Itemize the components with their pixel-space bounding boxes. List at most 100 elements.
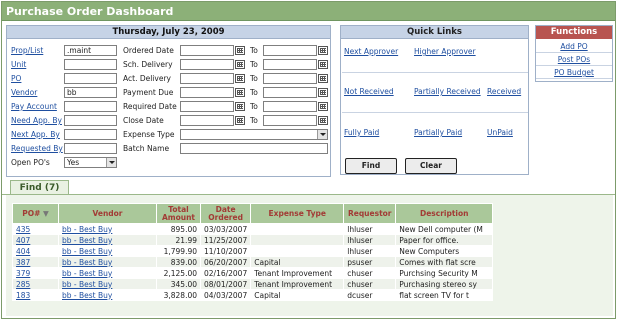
post-pos-link[interactable]: Post POs: [536, 54, 612, 66]
po-cell[interactable]: 387: [12, 256, 59, 268]
fully-paid-link[interactable]: Fully Paid: [344, 128, 379, 137]
calendar-icon[interactable]: [318, 102, 328, 111]
po-link[interactable]: 435: [16, 225, 30, 234]
calendar-icon[interactable]: [318, 60, 328, 69]
vendor-cell[interactable]: bb - Best Buy: [58, 223, 157, 235]
vendor-cell[interactable]: bb - Best Buy: [58, 256, 157, 268]
vendor-cell[interactable]: bb - Best Buy: [58, 245, 157, 257]
po-link[interactable]: 404: [16, 247, 30, 256]
column-header-description[interactable]: Description: [395, 203, 494, 224]
calendar-icon[interactable]: [235, 88, 245, 97]
po-cell[interactable]: 379: [12, 267, 59, 279]
calendar-icon[interactable]: [318, 88, 328, 97]
next-app-by-link[interactable]: Next App. By: [11, 130, 60, 139]
unit-link[interactable]: Unit: [11, 60, 26, 69]
close-date-from[interactable]: [180, 115, 234, 126]
po-link[interactable]: 379: [16, 269, 30, 278]
requestor-cell: psuser: [343, 256, 397, 268]
calendar-icon[interactable]: [318, 46, 328, 55]
vendor-link[interactable]: bb - Best Buy: [62, 236, 112, 245]
calendar-icon[interactable]: [235, 60, 245, 69]
po-cell[interactable]: 435: [12, 223, 59, 235]
batch-name-input[interactable]: [180, 143, 328, 154]
column-header-vendor[interactable]: Vendor: [58, 203, 157, 224]
po-link[interactable]: 407: [16, 236, 30, 245]
vendor-link[interactable]: bb - Best Buy: [62, 280, 112, 289]
calendar-icon[interactable]: [235, 116, 245, 125]
higher-approver-link[interactable]: Higher Approver: [414, 47, 476, 56]
required-date-to[interactable]: [263, 101, 317, 112]
vendor-link[interactable]: Vendor: [11, 88, 37, 97]
required-date-from[interactable]: [180, 101, 234, 112]
vendor-link[interactable]: bb - Best Buy: [62, 247, 112, 256]
date-cell: 03/03/2007: [199, 223, 252, 235]
po-cell[interactable]: 407: [12, 234, 59, 246]
partially-paid-link[interactable]: Partially Paid: [414, 128, 462, 137]
close-date-to[interactable]: [263, 115, 317, 126]
received-link[interactable]: Received: [487, 87, 521, 96]
vendor-cell[interactable]: bb - Best Buy: [58, 267, 157, 279]
next-app-by-input[interactable]: [64, 129, 117, 140]
vendor-cell[interactable]: bb - Best Buy: [58, 278, 157, 290]
calendar-icon[interactable]: [235, 46, 245, 55]
pay-account-input[interactable]: [64, 101, 117, 112]
column-header-requestor[interactable]: Requestor: [343, 203, 397, 224]
need-app-by-link[interactable]: Need App. By: [11, 116, 62, 125]
column-header-total-amount[interactable]: Total Amount: [156, 203, 201, 224]
calendar-icon[interactable]: [318, 116, 328, 125]
vendor-cell[interactable]: bb - Best Buy: [58, 289, 157, 301]
need-app-by-input[interactable]: [64, 115, 117, 126]
tab-find-results[interactable]: Find (7): [10, 180, 69, 195]
po-link[interactable]: PO: [11, 74, 21, 83]
act-delivery-to[interactable]: [263, 73, 317, 84]
vendor-link[interactable]: bb - Best Buy: [62, 225, 112, 234]
pay-account-link[interactable]: Pay Account: [11, 102, 57, 111]
add-po-link[interactable]: Add PO: [536, 41, 612, 53]
sch-delivery-to[interactable]: [263, 59, 317, 70]
requested-by-link[interactable]: Requested By: [11, 144, 63, 153]
column-header-po[interactable]: PO# ▼: [12, 203, 59, 224]
column-header-expense-type[interactable]: Expense Type: [250, 203, 345, 224]
vendor-input[interactable]: bb: [64, 87, 117, 98]
vendor-link[interactable]: bb - Best Buy: [62, 269, 112, 278]
po-link[interactable]: 285: [16, 280, 30, 289]
not-received-link[interactable]: Not Received: [344, 87, 394, 96]
po-cell[interactable]: 183: [12, 289, 59, 301]
vendor-link[interactable]: bb - Best Buy: [62, 291, 112, 300]
clear-button[interactable]: Clear: [405, 158, 457, 174]
vendor-cell[interactable]: bb - Best Buy: [58, 234, 157, 246]
po-link[interactable]: 387: [16, 258, 30, 267]
unit-input[interactable]: [64, 59, 117, 70]
ordered-date-from[interactable]: [180, 45, 234, 56]
act-delivery-from[interactable]: [180, 73, 234, 84]
ordered-date-to[interactable]: [263, 45, 317, 56]
po-input[interactable]: [64, 73, 117, 84]
payment-due-from[interactable]: [180, 87, 234, 98]
column-header-date-ordered[interactable]: Date Ordered: [199, 203, 252, 224]
calendar-icon[interactable]: [318, 74, 328, 83]
expense-type-select[interactable]: [180, 129, 328, 140]
expense-cell: [250, 234, 345, 246]
next-approver-link[interactable]: Next Approver: [344, 47, 398, 56]
calendar-icon[interactable]: [235, 102, 245, 111]
po-cell[interactable]: 404: [12, 245, 59, 257]
prop-list-input[interactable]: .maint: [64, 45, 117, 56]
prop-list-link[interactable]: Prop/List: [11, 46, 43, 55]
amount-cell: 345.00: [156, 278, 201, 290]
vendor-link[interactable]: bb - Best Buy: [62, 258, 112, 267]
find-button[interactable]: Find: [345, 158, 397, 174]
po-link[interactable]: 183: [16, 291, 30, 300]
sort-icon[interactable]: ▼: [43, 209, 49, 218]
partially-received-link[interactable]: Partially Received: [414, 87, 481, 96]
open-pos-label: Open PO's: [11, 158, 50, 167]
open-pos-select[interactable]: Yes: [64, 157, 117, 168]
unpaid-link[interactable]: UnPaid: [487, 128, 513, 137]
po-budget-link[interactable]: PO Budget: [536, 67, 612, 79]
requested-by-input[interactable]: [64, 143, 117, 154]
sch-delivery-from[interactable]: [180, 59, 234, 70]
expense-cell: [250, 223, 345, 235]
payment-due-to[interactable]: [263, 87, 317, 98]
po-cell[interactable]: 285: [12, 278, 59, 290]
payment-due-label: Payment Due: [123, 88, 174, 97]
calendar-icon[interactable]: [235, 74, 245, 83]
